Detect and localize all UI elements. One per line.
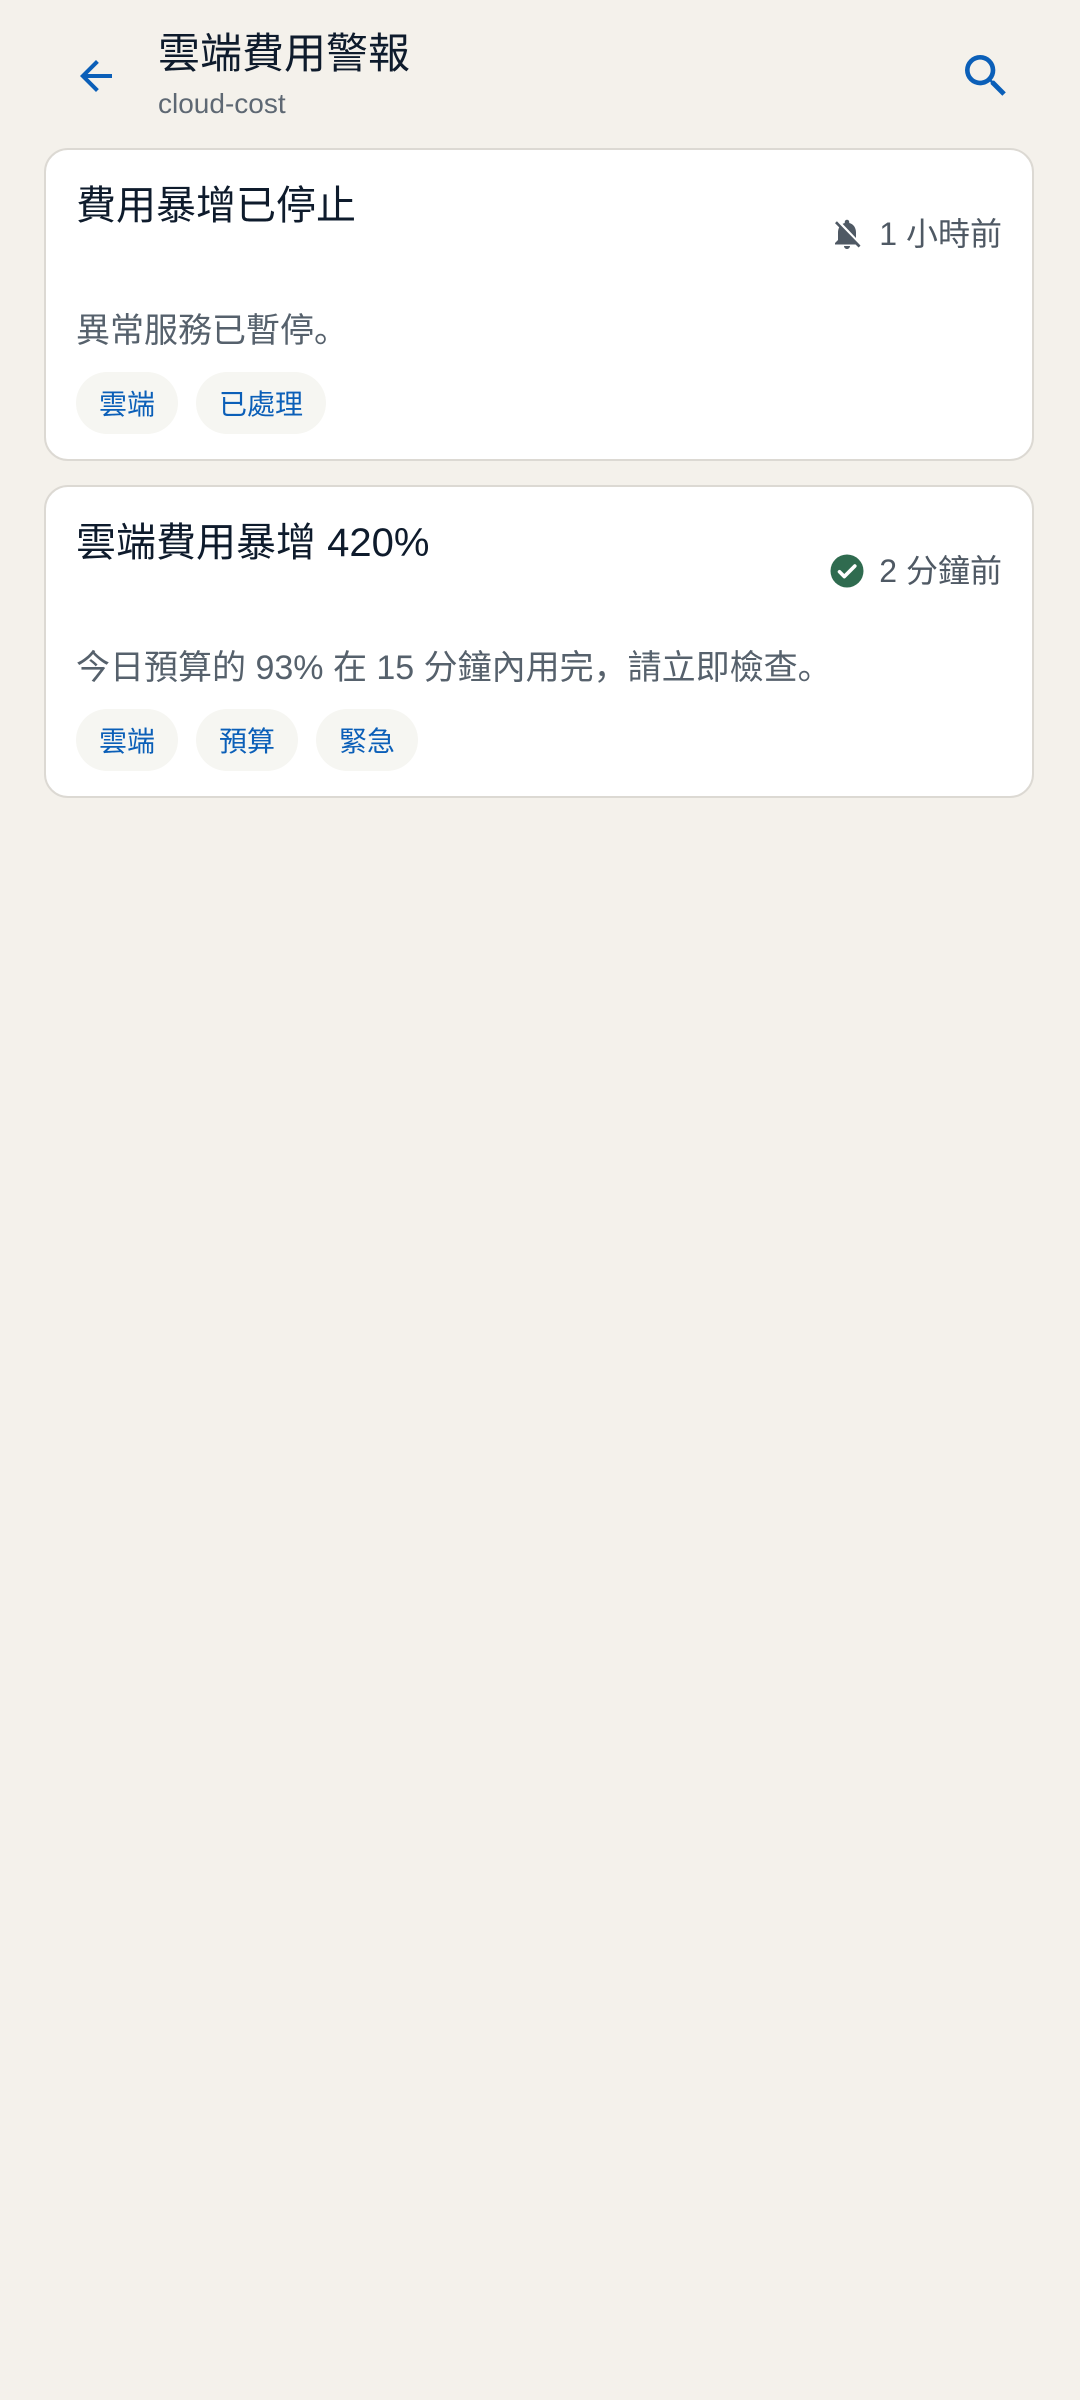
search-button[interactable]: [948, 38, 1024, 114]
alert-body: 異常服務已暫停。: [76, 312, 348, 350]
alert-time: 2 分鐘前: [879, 553, 1002, 589]
check-circle-icon: [829, 553, 865, 589]
alert-body: 今日預算的 93% 在 15 分鐘內用完，請立即檢查。: [76, 649, 832, 687]
arrow-back-icon: [80, 60, 112, 92]
tag-chip[interactable]: 已處理: [196, 372, 327, 434]
alert-time: 1 小時前: [879, 216, 1002, 252]
alert-title: 雲端費用暴增 420%: [76, 521, 430, 565]
app-header: 雲端費用警報 cloud-cost: [0, 0, 1080, 140]
alert-title: 費用暴增已停止: [76, 184, 356, 228]
alert-card[interactable]: 雲端費用暴增 420% 2 分鐘前 今日預算的 93% 在 15 分鐘內用完，請…: [44, 485, 1034, 798]
page-title: 雲端費用警報: [158, 30, 411, 77]
tag-chip[interactable]: 雲端: [76, 709, 179, 771]
tag-chip[interactable]: 緊急: [316, 709, 419, 771]
alert-meta: 1 小時前: [829, 214, 1002, 254]
tag-chip[interactable]: 雲端: [76, 372, 179, 434]
page-subtitle: cloud-cost: [158, 88, 286, 119]
alert-meta: 2 分鐘前: [829, 551, 1002, 591]
bell-off-icon: [829, 216, 865, 252]
back-button[interactable]: [60, 40, 132, 112]
search-icon: [965, 55, 1006, 96]
alert-tags: 雲端 預算 緊急: [76, 709, 419, 771]
alert-card[interactable]: 費用暴增已停止 1 小時前 異常服務已暫停。 雲端 已處理: [44, 148, 1034, 461]
alert-tags: 雲端 已處理: [76, 372, 327, 434]
tag-chip[interactable]: 預算: [196, 709, 299, 771]
